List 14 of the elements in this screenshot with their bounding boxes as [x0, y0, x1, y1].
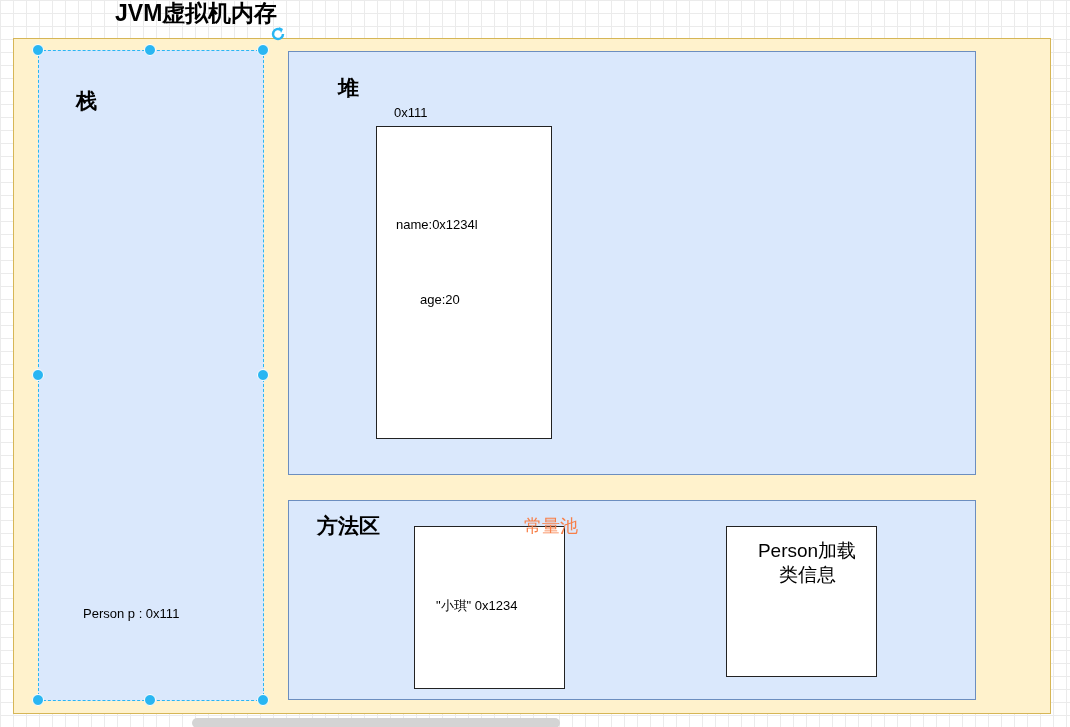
region-label: 堆	[338, 75, 359, 101]
class-info-box[interactable]	[726, 526, 877, 677]
object-box[interactable]	[376, 126, 552, 439]
object-address: 0x111	[394, 105, 428, 121]
region-label: 栈	[76, 88, 97, 114]
stack-entry: Person p : 0x111	[83, 606, 180, 622]
object-field: name:0x1234l	[396, 217, 478, 233]
scrollbar-thumb[interactable]	[192, 718, 560, 727]
region-label: 方法区	[317, 513, 380, 539]
rotate-handle-icon[interactable]	[270, 26, 286, 42]
class-info-text: Person加载类信息	[756, 539, 858, 587]
diagram-title: JVM虚拟机内存	[115, 0, 278, 28]
string-entry: "小琪" 0x1234	[436, 598, 518, 614]
object-field: age:20	[420, 292, 460, 308]
